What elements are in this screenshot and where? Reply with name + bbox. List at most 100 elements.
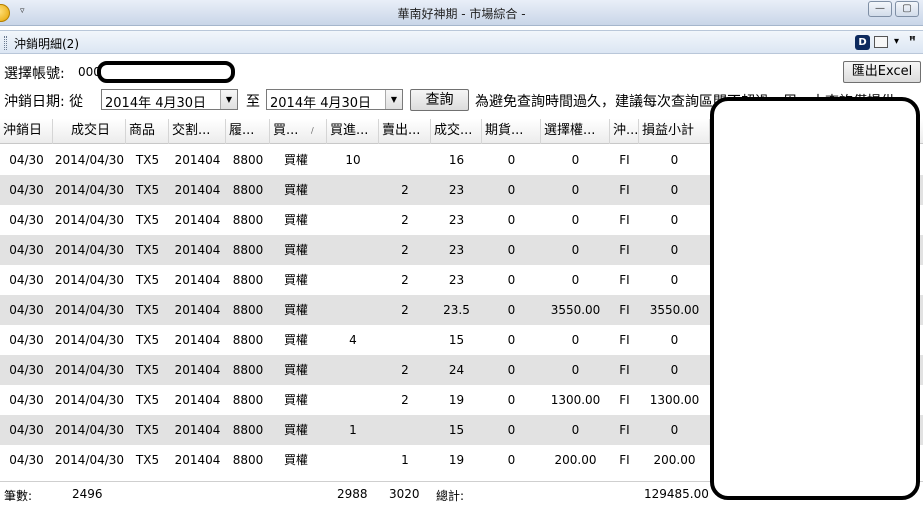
table-cell: 2014/04/30 <box>54 453 125 467</box>
table-cell: 0 <box>571 273 580 287</box>
table-cell: 15 <box>448 333 465 347</box>
table-cell: 19 <box>448 393 465 407</box>
table-cell: 3550.00 <box>550 303 601 317</box>
table-cell: 2014/04/30 <box>54 363 125 377</box>
table-cell: 0 <box>670 153 679 167</box>
table-cell: 201404 <box>174 363 221 377</box>
table-cell: TX5 <box>135 393 160 407</box>
maximize-button[interactable]: ▢ <box>895 1 919 17</box>
table-cell: 1 <box>401 453 409 467</box>
table-cell: TX5 <box>135 243 160 257</box>
table-cell: 0 <box>670 183 679 197</box>
count-label: 筆數: <box>4 489 33 503</box>
column-header[interactable]: 商品 <box>126 119 169 144</box>
table-cell: FI <box>619 333 630 347</box>
table-cell: 2014/04/30 <box>54 393 125 407</box>
table-cell: 買權 <box>284 423 309 437</box>
column-header[interactable]: 履... <box>226 119 270 144</box>
float-window-icon[interactable] <box>874 36 888 48</box>
table-cell: TX5 <box>135 153 160 167</box>
column-header[interactable]: 期貨... <box>482 119 541 144</box>
date-range-label: 沖銷日期: 從 <box>4 94 84 110</box>
column-header[interactable]: 賣出... <box>379 119 431 144</box>
table-cell: 1300.00 <box>550 393 601 407</box>
drag-grip-icon[interactable] <box>4 36 7 50</box>
table-cell: 2 <box>401 213 409 227</box>
count-value: 2496 <box>72 487 103 501</box>
to-date-picker[interactable]: 2014年 4月30日 ▼ <box>266 89 403 111</box>
table-cell: 8800 <box>232 303 264 317</box>
table-cell: TX5 <box>135 453 160 467</box>
table-cell: 2 <box>401 273 409 287</box>
table-cell <box>327 385 379 415</box>
table-cell: 0 <box>571 333 580 347</box>
buy-total: 2988 <box>337 487 368 501</box>
table-cell: 0 <box>507 213 516 227</box>
to-date-value: 2014年 4月30日 <box>270 96 372 111</box>
table-cell: TX5 <box>135 333 160 347</box>
table-cell: 04/30 <box>9 273 44 287</box>
table-cell: 19 <box>448 453 465 467</box>
table-cell: 8800 <box>232 423 264 437</box>
table-cell <box>327 235 379 265</box>
table-cell: 0 <box>507 183 516 197</box>
sell-total: 3020 <box>389 487 420 501</box>
from-date-picker[interactable]: 2014年 4月30日 ▼ <box>101 89 238 111</box>
column-header[interactable]: 買進... <box>327 119 379 144</box>
table-cell: 8800 <box>232 183 264 197</box>
from-date-value: 2014年 4月30日 <box>105 96 207 111</box>
table-cell: 201404 <box>174 423 221 437</box>
table-cell: 2014/04/30 <box>54 423 125 437</box>
chevron-down-icon[interactable]: ▼ <box>385 90 402 109</box>
table-cell: FI <box>619 273 630 287</box>
column-header[interactable]: 沖銷日 <box>0 119 53 144</box>
table-cell: 8800 <box>232 213 264 227</box>
table-cell: 4 <box>349 333 357 347</box>
table-cell: 04/30 <box>9 333 44 347</box>
table-cell: 04/30 <box>9 213 44 227</box>
query-button[interactable]: 查詢 <box>410 89 469 111</box>
total-label: 總計: <box>436 489 465 503</box>
table-cell: 8800 <box>232 333 264 347</box>
column-header[interactable]: 損益小計 <box>639 119 710 144</box>
export-excel-button[interactable]: 匯出Excel <box>843 61 921 83</box>
to-label: 至 <box>246 94 260 110</box>
table-cell: 0 <box>507 453 516 467</box>
table-cell: TX5 <box>135 363 160 377</box>
d-logo-icon[interactable]: D <box>855 35 870 50</box>
table-cell: 2 <box>401 393 409 407</box>
column-header[interactable]: 成交日 <box>53 119 126 144</box>
table-cell <box>327 295 379 325</box>
table-cell: 0 <box>507 423 516 437</box>
table-cell: 201404 <box>174 213 221 227</box>
table-cell: 201404 <box>174 333 221 347</box>
table-cell: 2 <box>401 243 409 257</box>
table-cell: 8800 <box>232 363 264 377</box>
table-cell <box>327 355 379 385</box>
table-cell: 23.5 <box>443 303 470 317</box>
table-cell: 1300.00 <box>649 393 700 407</box>
table-cell: 0 <box>571 243 580 257</box>
column-header[interactable]: 沖... <box>610 119 639 144</box>
minimize-button[interactable]: — <box>868 1 892 17</box>
table-cell: 買權 <box>284 363 309 377</box>
table-cell: FI <box>619 363 630 377</box>
column-header[interactable]: 選擇權... <box>541 119 610 144</box>
table-cell: 2 <box>401 363 409 377</box>
table-cell: 2014/04/30 <box>54 153 125 167</box>
table-cell: FI <box>619 303 630 317</box>
table-cell <box>379 415 431 445</box>
chevron-down-icon[interactable]: ▼ <box>220 90 237 109</box>
column-header[interactable]: 交割... <box>169 119 226 144</box>
table-cell: TX5 <box>135 213 160 227</box>
table-cell: 0 <box>507 273 516 287</box>
table-cell: 買權 <box>284 213 309 227</box>
pin-icon[interactable]: ꟸ <box>909 34 916 47</box>
column-header[interactable]: 成交... <box>431 119 482 144</box>
table-cell: 23 <box>448 243 465 257</box>
table-cell: FI <box>619 393 630 407</box>
redaction-mask <box>710 97 920 500</box>
panel-menu-arrow-icon[interactable]: ▾ <box>894 36 899 47</box>
column-header[interactable]: 買... <box>270 119 327 144</box>
table-cell: 24 <box>448 363 465 377</box>
